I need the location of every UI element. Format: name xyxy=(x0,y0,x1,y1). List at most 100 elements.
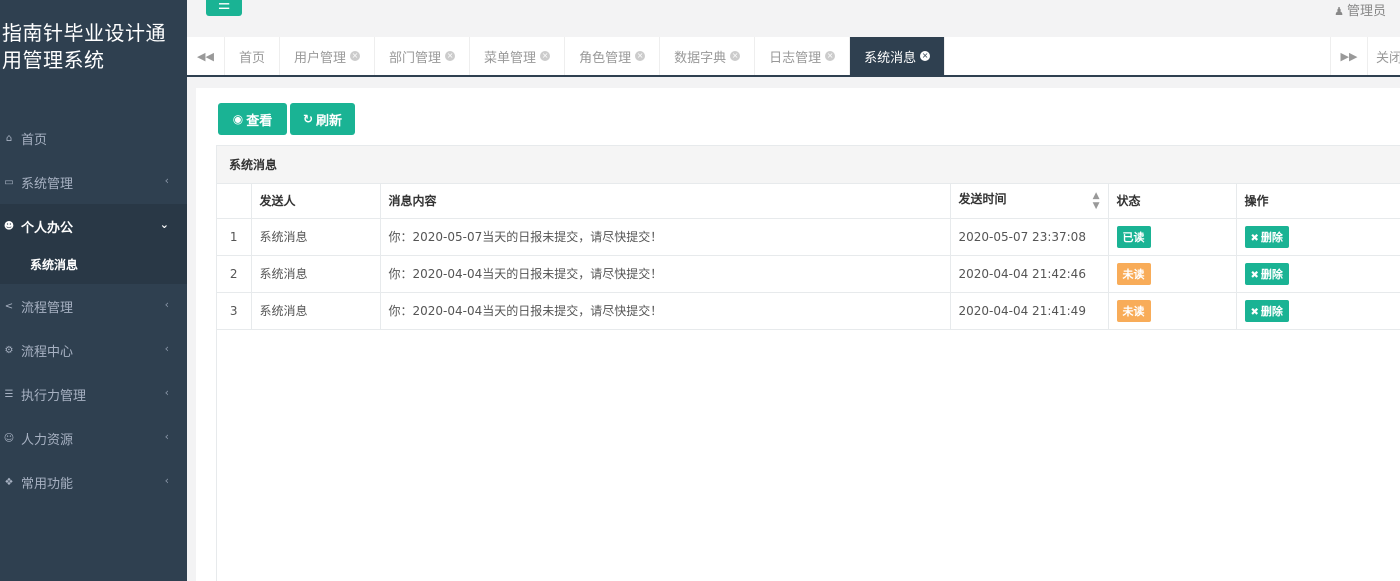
close-icon[interactable]: × xyxy=(920,51,931,61)
sidebar-item-home[interactable]: ⌂ 首页 xyxy=(0,116,187,160)
brand-title: 指南针毕业设计通 用管理系统 xyxy=(2,20,182,74)
row-index: 3 xyxy=(217,291,252,330)
close-icon: ✖ xyxy=(1250,269,1259,281)
list-icon: ☰ xyxy=(4,388,14,400)
sidebar-item-process[interactable]: < 流程管理 ‹ xyxy=(0,284,187,328)
row-index: 2 xyxy=(217,254,252,293)
sidebar-item-common[interactable]: ❖ 常用功能 ‹ xyxy=(0,460,187,504)
delete-button[interactable]: ✖ 删除 xyxy=(1244,225,1289,248)
tab-system-messages[interactable]: 系统消息 × xyxy=(850,37,946,75)
tab-menu-management[interactable]: 菜单管理 × xyxy=(470,37,566,75)
tab-label: 系统消息 xyxy=(864,50,917,66)
tab-label: 菜单管理 xyxy=(484,50,537,66)
tab-log-management[interactable]: 日志管理 × xyxy=(755,37,851,75)
sidebar-item-label: 人力资源 xyxy=(21,432,74,448)
chevron-left-icon: ‹ xyxy=(164,298,169,311)
chevron-left-icon: ‹ xyxy=(164,474,169,487)
sidebar-item-office[interactable]: ☻ 个人办公 ⌄ xyxy=(0,204,187,248)
close-tabs-button[interactable]: 关闭 xyxy=(1368,37,1400,75)
delete-label: 删除 xyxy=(1260,304,1283,318)
tabs-scroll-left-button[interactable]: ◀◀ xyxy=(187,37,225,75)
sidebar-item-hr[interactable]: ☺ 人力资源 ‹ xyxy=(0,416,187,460)
table-row[interactable]: 3 系统消息 你：2020-04-04当天的日报未提交，请尽快提交！ 2020-… xyxy=(217,291,1400,330)
row-content: 你：2020-04-04当天的日报未提交，请尽快提交！ xyxy=(379,291,951,330)
column-header-time[interactable]: 发送时间 ▲ ▼ xyxy=(949,184,1109,219)
refresh-icon: ↻ xyxy=(302,112,314,126)
tab-label: 用户管理 xyxy=(294,50,347,66)
topbar: ☰ ♟ 管理员 xyxy=(187,0,1400,37)
close-icon[interactable]: × xyxy=(825,51,836,61)
panel-title: 系统消息 xyxy=(217,146,1400,184)
sidebar-item-process-center[interactable]: ⚙ 流程中心 ‹ xyxy=(0,328,187,372)
tab-role-management[interactable]: 角色管理 × xyxy=(565,37,661,75)
column-header-actions: 操作 xyxy=(1235,184,1400,219)
sidebar-menu: ⌂ 首页 ▭ 系统管理 ‹ ☻ 个人办公 ⌄ 系统消息 < 流程管理 ‹ ⚙ 流… xyxy=(0,116,187,504)
table-row[interactable]: 2 系统消息 你：2020-04-04当天的日报未提交，请尽快提交！ 2020-… xyxy=(217,254,1400,293)
refresh-button[interactable]: ↻ 刷新 xyxy=(290,103,355,135)
close-icon[interactable]: × xyxy=(730,51,741,61)
row-time: 2020-05-07 23:37:08 xyxy=(949,217,1109,256)
view-button[interactable]: ◉ 查看 xyxy=(218,103,287,135)
close-icon[interactable]: × xyxy=(350,51,361,61)
double-chevron-right-icon: ▶▶ xyxy=(1340,49,1358,63)
row-time: 2020-04-04 21:41:49 xyxy=(949,291,1109,330)
user-icon: ♟ xyxy=(1334,5,1344,18)
row-content: 你：2020-04-04当天的日报未提交，请尽快提交！ xyxy=(379,254,951,293)
delete-label: 删除 xyxy=(1260,267,1283,281)
column-header-content[interactable]: 消息内容 xyxy=(379,184,951,219)
row-index: 1 xyxy=(217,217,252,256)
main-content: ◉ 查看 ↻ 刷新 系统消息 发送人 消息内容 发送时间 ▲ ▼ 状态 操作 1… xyxy=(196,88,1400,581)
status-badge: 未读 xyxy=(1116,299,1151,322)
tab-user-management[interactable]: 用户管理 × xyxy=(280,37,376,75)
double-chevron-left-icon: ◀◀ xyxy=(197,49,214,63)
close-icon[interactable]: × xyxy=(445,51,456,61)
tabs-scroll-right-button[interactable]: ▶▶ xyxy=(1330,37,1368,75)
delete-button[interactable]: ✖ 删除 xyxy=(1244,299,1289,322)
brand-line-2: 用管理系统 xyxy=(2,48,105,72)
column-header-index xyxy=(217,184,252,219)
sort-icon[interactable]: ▲ ▼ xyxy=(1093,191,1100,211)
tabs-bar: ◀◀ 首页 用户管理 × 部门管理 × 菜单管理 × 角色管理 × 数据字典 ×… xyxy=(187,37,1400,77)
delete-button[interactable]: ✖ 删除 xyxy=(1244,262,1289,285)
sidebar-item-system[interactable]: ▭ 系统管理 ‹ xyxy=(0,160,187,204)
chevron-left-icon: ‹ xyxy=(164,174,169,187)
hamburger-icon: ☰ xyxy=(217,0,231,13)
delete-label: 删除 xyxy=(1260,230,1283,244)
tabs: 首页 用户管理 × 部门管理 × 菜单管理 × 角色管理 × 数据字典 × 日志… xyxy=(225,37,946,75)
messages-table: 发送人 消息内容 发送时间 ▲ ▼ 状态 操作 1 系统消息 你：2020-05-… xyxy=(217,184,1400,330)
status-badge: 已读 xyxy=(1116,225,1151,248)
close-icon[interactable]: × xyxy=(540,51,551,61)
refresh-button-label: 刷新 xyxy=(316,113,343,129)
table-row[interactable]: 1 系统消息 你：2020-05-07当天的日报未提交，请尽快提交！ 2020-… xyxy=(217,217,1400,256)
row-actions: ✖ 删除 xyxy=(1235,254,1400,293)
tab-label: 角色管理 xyxy=(579,50,632,66)
sidebar-item-execution[interactable]: ☰ 执行力管理 ‹ xyxy=(0,372,187,416)
row-content: 你：2020-05-07当天的日报未提交，请尽快提交！ xyxy=(379,217,951,256)
home-icon: ⌂ xyxy=(5,132,13,144)
user-menu[interactable]: ♟ 管理员 xyxy=(1334,0,1386,19)
sidebar: 指南针毕业设计通 用管理系统 ⌂ 首页 ▭ 系统管理 ‹ ☻ 个人办公 ⌄ 系统… xyxy=(0,0,187,581)
share-icon: < xyxy=(4,300,14,312)
row-status: 未读 xyxy=(1107,254,1237,293)
sidebar-subitem-messages[interactable]: 系统消息 xyxy=(0,244,187,284)
menu-toggle-button[interactable]: ☰ xyxy=(206,0,242,16)
sidebar-item-label: 常用功能 xyxy=(21,476,74,492)
tab-data-dictionary[interactable]: 数据字典 × xyxy=(660,37,756,75)
column-header-status[interactable]: 状态 xyxy=(1107,184,1237,219)
tab-label: 部门管理 xyxy=(389,50,442,66)
row-actions: ✖ 删除 xyxy=(1235,291,1400,330)
row-status: 未读 xyxy=(1107,291,1237,330)
close-icon[interactable]: × xyxy=(635,51,646,61)
row-time: 2020-04-04 21:42:46 xyxy=(949,254,1109,293)
cubes-icon: ❖ xyxy=(4,476,14,488)
tab-department-management[interactable]: 部门管理 × xyxy=(375,37,471,75)
user-plus-icon: ☺ xyxy=(3,432,15,444)
close-icon: ✖ xyxy=(1250,232,1259,244)
chevron-left-icon: ‹ xyxy=(164,342,169,355)
column-header-time-label: 发送时间 xyxy=(958,192,1007,207)
tab-home[interactable]: 首页 xyxy=(225,37,281,75)
status-badge: 未读 xyxy=(1116,262,1151,285)
column-header-sender[interactable]: 发送人 xyxy=(250,184,381,219)
sidebar-item-label: 流程中心 xyxy=(21,344,74,360)
sidebar-item-label: 首页 xyxy=(21,132,48,148)
